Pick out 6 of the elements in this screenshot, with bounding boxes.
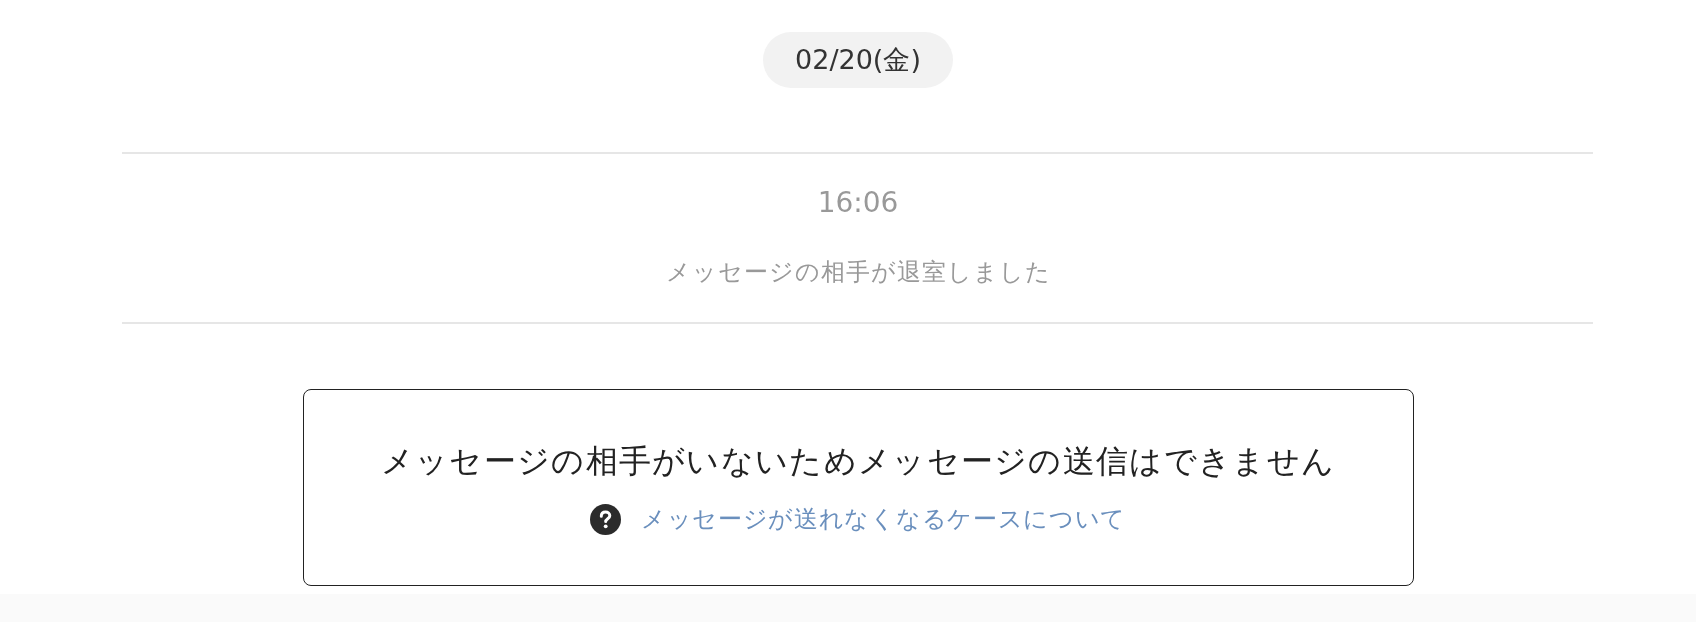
event-message: メッセージの相手が退室しました [665,257,1051,288]
help-link[interactable]: メッセージが送れなくなるケースについて [640,502,1127,536]
help-icon [589,503,621,535]
notice-message: メッセージの相手がいないためメッセージの送信はできません [380,441,1336,482]
event-time: 16:06 [817,186,899,220]
date-chip: 02/20(金) [763,32,953,88]
